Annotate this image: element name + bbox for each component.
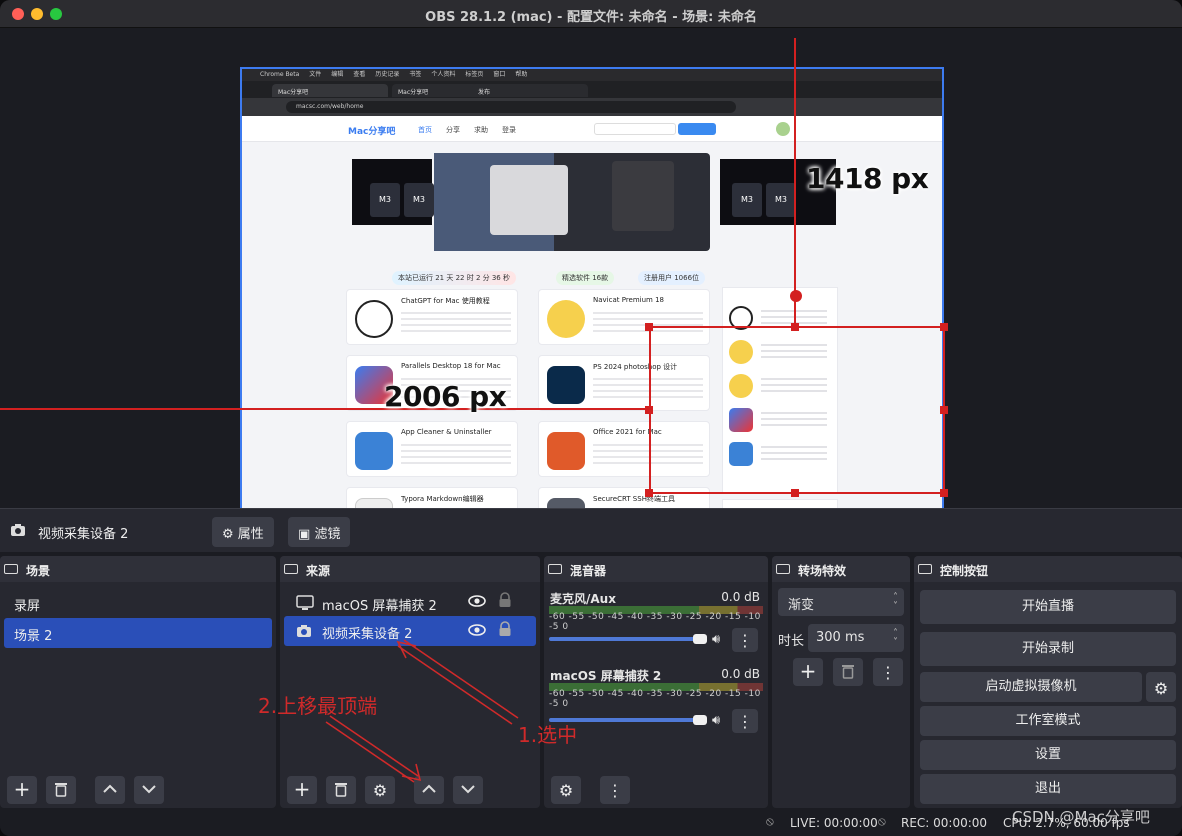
annotation-arrows [325, 639, 519, 783]
annotation-select: 1.选中 [518, 723, 578, 747]
obs-window: OBS 28.1.2 (mac) - 配置文件: 未命名 - 场景: 未命名 C… [0, 0, 1182, 836]
annotation-move-top: 2.上移最顶端 [258, 694, 378, 718]
watermark: CSDN @Mac分享吧 [1012, 808, 1150, 826]
